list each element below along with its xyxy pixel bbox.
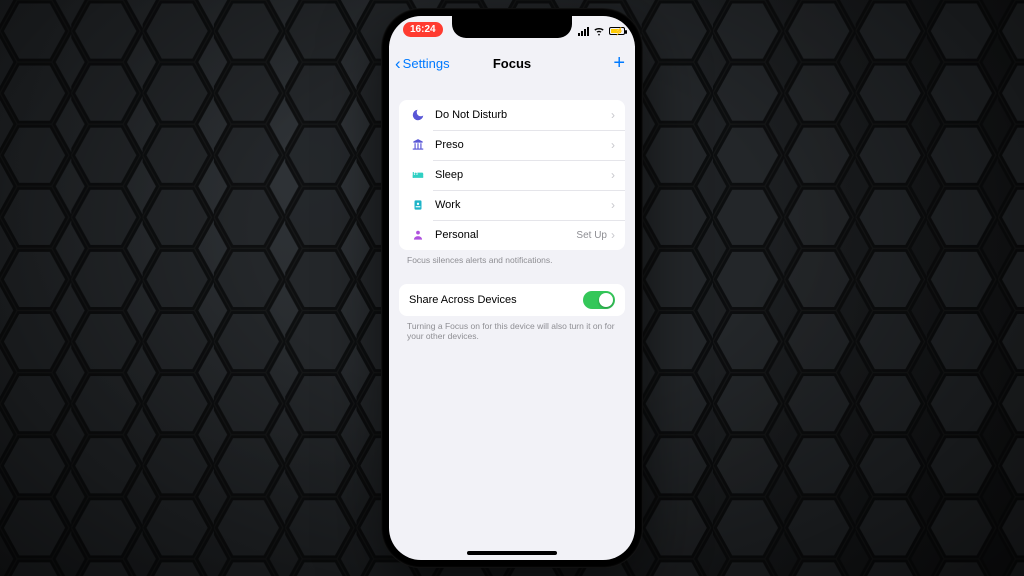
focus-row-work[interactable]: Work › bbox=[399, 190, 625, 220]
share-across-devices-toggle[interactable] bbox=[583, 291, 615, 309]
plus-icon: + bbox=[613, 52, 625, 75]
focus-row-label: Do Not Disturb bbox=[435, 109, 611, 121]
focus-row-detail: Set Up bbox=[576, 230, 607, 241]
moon-icon bbox=[409, 108, 427, 122]
focus-row-label: Sleep bbox=[435, 169, 611, 181]
focus-row-label: Work bbox=[435, 199, 611, 211]
battery-icon: ⚡ bbox=[609, 27, 625, 35]
back-button[interactable]: ‹ Settings bbox=[395, 46, 450, 80]
share-footer-note: Turning a Focus on for this device will … bbox=[407, 321, 617, 342]
chevron-right-icon: › bbox=[611, 138, 615, 152]
focus-row-preso[interactable]: Preso › bbox=[399, 130, 625, 160]
wifi-icon bbox=[592, 23, 606, 39]
status-right-cluster: ⚡ bbox=[578, 23, 625, 39]
person-icon bbox=[409, 228, 427, 242]
share-group: Share Across Devices bbox=[399, 284, 625, 316]
chevron-left-icon: ‹ bbox=[395, 55, 401, 72]
back-label: Settings bbox=[403, 56, 450, 71]
focus-row-do-not-disturb[interactable]: Do Not Disturb › bbox=[399, 100, 625, 130]
chevron-right-icon: › bbox=[611, 108, 615, 122]
chevron-right-icon: › bbox=[611, 228, 615, 242]
home-indicator[interactable] bbox=[467, 551, 557, 555]
building-icon bbox=[409, 138, 427, 152]
focus-row-personal[interactable]: Personal Set Up › bbox=[399, 220, 625, 250]
share-label: Share Across Devices bbox=[409, 294, 583, 306]
focus-row-sleep[interactable]: Sleep › bbox=[399, 160, 625, 190]
chevron-right-icon: › bbox=[611, 198, 615, 212]
page-title: Focus bbox=[493, 56, 531, 71]
focus-row-label: Preso bbox=[435, 139, 611, 151]
desktop-wallpaper: 16:24 ⚡ ‹ Settings Focus + bbox=[0, 0, 1024, 576]
focus-modes-footer-note: Focus silences alerts and notifications. bbox=[407, 255, 617, 266]
content-scroll[interactable]: Do Not Disturb › Preso › bbox=[389, 80, 635, 560]
badge-icon bbox=[409, 198, 427, 212]
phone-screen: 16:24 ⚡ ‹ Settings Focus + bbox=[389, 16, 635, 560]
add-focus-button[interactable]: + bbox=[613, 46, 625, 80]
status-time-recording-badge: 16:24 bbox=[403, 22, 443, 37]
focus-modes-group: Do Not Disturb › Preso › bbox=[399, 100, 625, 250]
navigation-bar: ‹ Settings Focus + bbox=[389, 46, 635, 80]
chevron-right-icon: › bbox=[611, 168, 615, 182]
phone-frame: 16:24 ⚡ ‹ Settings Focus + bbox=[381, 8, 643, 568]
bed-icon bbox=[409, 168, 427, 182]
share-across-devices-row: Share Across Devices bbox=[399, 284, 625, 316]
phone-notch bbox=[452, 16, 572, 38]
focus-row-label: Personal bbox=[435, 229, 576, 241]
cellular-signal-icon bbox=[578, 27, 589, 36]
